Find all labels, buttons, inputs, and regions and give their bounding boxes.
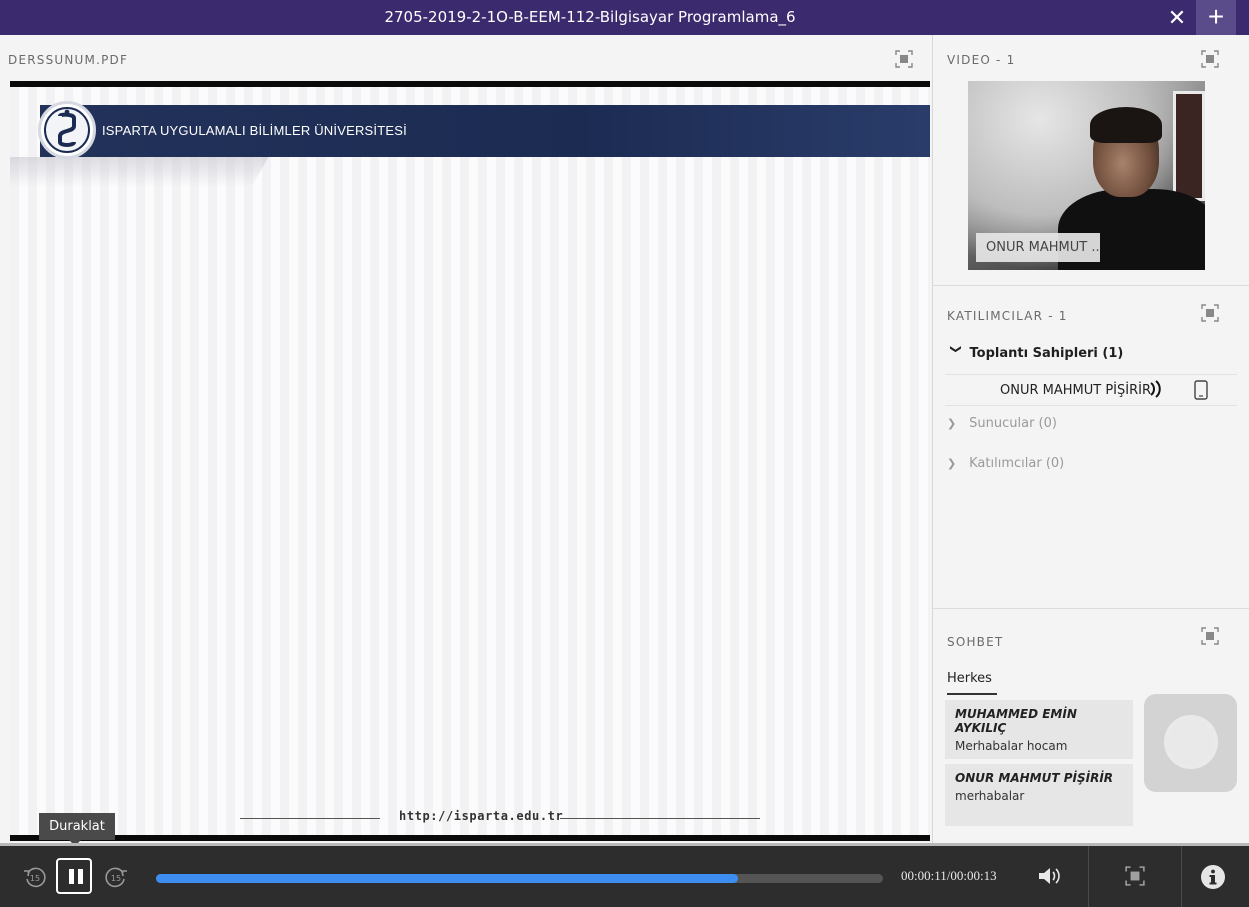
add-button[interactable]: + bbox=[1196, 0, 1236, 35]
slide-header-banner: ISPARTA UYGULAMALI BİLİMLER ÜNİVERSİTESİ bbox=[10, 105, 930, 187]
host-name[interactable]: ONUR MAHMUT PİŞİRİR bbox=[1000, 383, 1151, 398]
chevron-right-icon: ❯ bbox=[947, 417, 957, 430]
chevron-right-icon: ❯ bbox=[947, 457, 957, 470]
group-hosts-label: Toplantı Sahipleri (1) bbox=[969, 346, 1124, 361]
chat-text: merhabalar bbox=[955, 789, 1025, 803]
maximize-icon[interactable] bbox=[895, 50, 913, 68]
chat-tab-everyone[interactable]: Herkes bbox=[947, 671, 992, 686]
time-readout: 00:00:11/00:00:13 bbox=[901, 868, 997, 883]
chat-sender: MUHAMMED EMİN AYKILIÇ bbox=[955, 707, 1077, 735]
footer-line-left bbox=[240, 818, 380, 819]
progress-slider[interactable] bbox=[156, 874, 883, 883]
forward-15-icon[interactable]: 15 bbox=[103, 864, 129, 890]
university-logo bbox=[38, 101, 96, 159]
pdf-slide: ISPARTA UYGULAMALI BİLİMLER ÜNİVERSİTESİ… bbox=[10, 81, 930, 841]
progress-fill bbox=[156, 874, 738, 883]
group-participants[interactable]: ❯ Katılımcılar (0) bbox=[947, 456, 1064, 471]
maximize-icon[interactable] bbox=[1201, 627, 1219, 645]
slide-header-text: ISPARTA UYGULAMALI BİLİMLER ÜNİVERSİTESİ bbox=[102, 123, 407, 138]
chat-message: MUHAMMED EMİN AYKILIÇ Merhabalar hocam bbox=[945, 700, 1133, 759]
share-pod-title: DERSSUNUM.PDF bbox=[8, 53, 129, 67]
fullscreen-icon[interactable] bbox=[1125, 866, 1145, 886]
close-button[interactable]: ✕ bbox=[1160, 0, 1194, 35]
title-bar: 2705-2019-2-1O-B-EEM-112-Bilgisayar Prog… bbox=[0, 0, 1249, 35]
share-pod: DERSSUNUM.PDF ISPARTA UYGULAMALI BİLİMLE… bbox=[0, 35, 933, 843]
video-pod-title: VIDEO - 1 bbox=[947, 53, 1016, 67]
slide-footer-url: http://isparta.edu.tr bbox=[399, 809, 564, 823]
maximize-icon[interactable] bbox=[1201, 50, 1219, 68]
chat-text: Merhabalar hocam bbox=[955, 739, 1068, 753]
attendees-pod-title: KATILIMCILAR - 1 bbox=[947, 309, 1068, 323]
rewind-label: 15 bbox=[30, 874, 40, 883]
chat-sender: ONUR MAHMUT PİŞİRİR bbox=[955, 771, 1114, 785]
info-icon[interactable] bbox=[1200, 864, 1226, 890]
footer-line-right bbox=[560, 818, 760, 819]
video-name-tag: ONUR MAHMUT ... bbox=[976, 233, 1100, 262]
rewind-15-icon[interactable]: 15 bbox=[22, 864, 48, 890]
group-presenters-label: Sunucular (0) bbox=[969, 416, 1057, 431]
webcam-video[interactable]: ONUR MAHMUT ... bbox=[968, 81, 1205, 270]
pause-button[interactable] bbox=[56, 858, 92, 894]
chevron-down-icon: ❯ bbox=[949, 344, 963, 354]
pause-tooltip: Duraklat bbox=[39, 813, 115, 840]
group-hosts[interactable]: ❯ Toplantı Sahipleri (1) bbox=[947, 344, 1124, 362]
chat-pod-title: SOHBET bbox=[947, 635, 1004, 649]
group-participants-label: Katılımcılar (0) bbox=[969, 456, 1065, 471]
chat-message: ONUR MAHMUT PİŞİRİR merhabalar bbox=[945, 764, 1133, 826]
mobile-device-icon bbox=[1194, 380, 1208, 400]
window-title: 2705-2019-2-1O-B-EEM-112-Bilgisayar Prog… bbox=[384, 8, 796, 26]
group-presenters[interactable]: ❯ Sunucular (0) bbox=[947, 416, 1057, 431]
forward-label: 15 bbox=[111, 874, 121, 883]
assistive-touch-button[interactable] bbox=[1144, 694, 1237, 792]
maximize-icon[interactable] bbox=[1201, 304, 1219, 322]
speaking-icon bbox=[1150, 380, 1161, 398]
playback-bar: 15 15 00:00:11/00:00:13 bbox=[0, 843, 1249, 907]
volume-icon[interactable] bbox=[1036, 864, 1064, 888]
right-column: VIDEO - 1 ONUR MAHMUT ... KATILIMCILAR -… bbox=[933, 35, 1249, 843]
